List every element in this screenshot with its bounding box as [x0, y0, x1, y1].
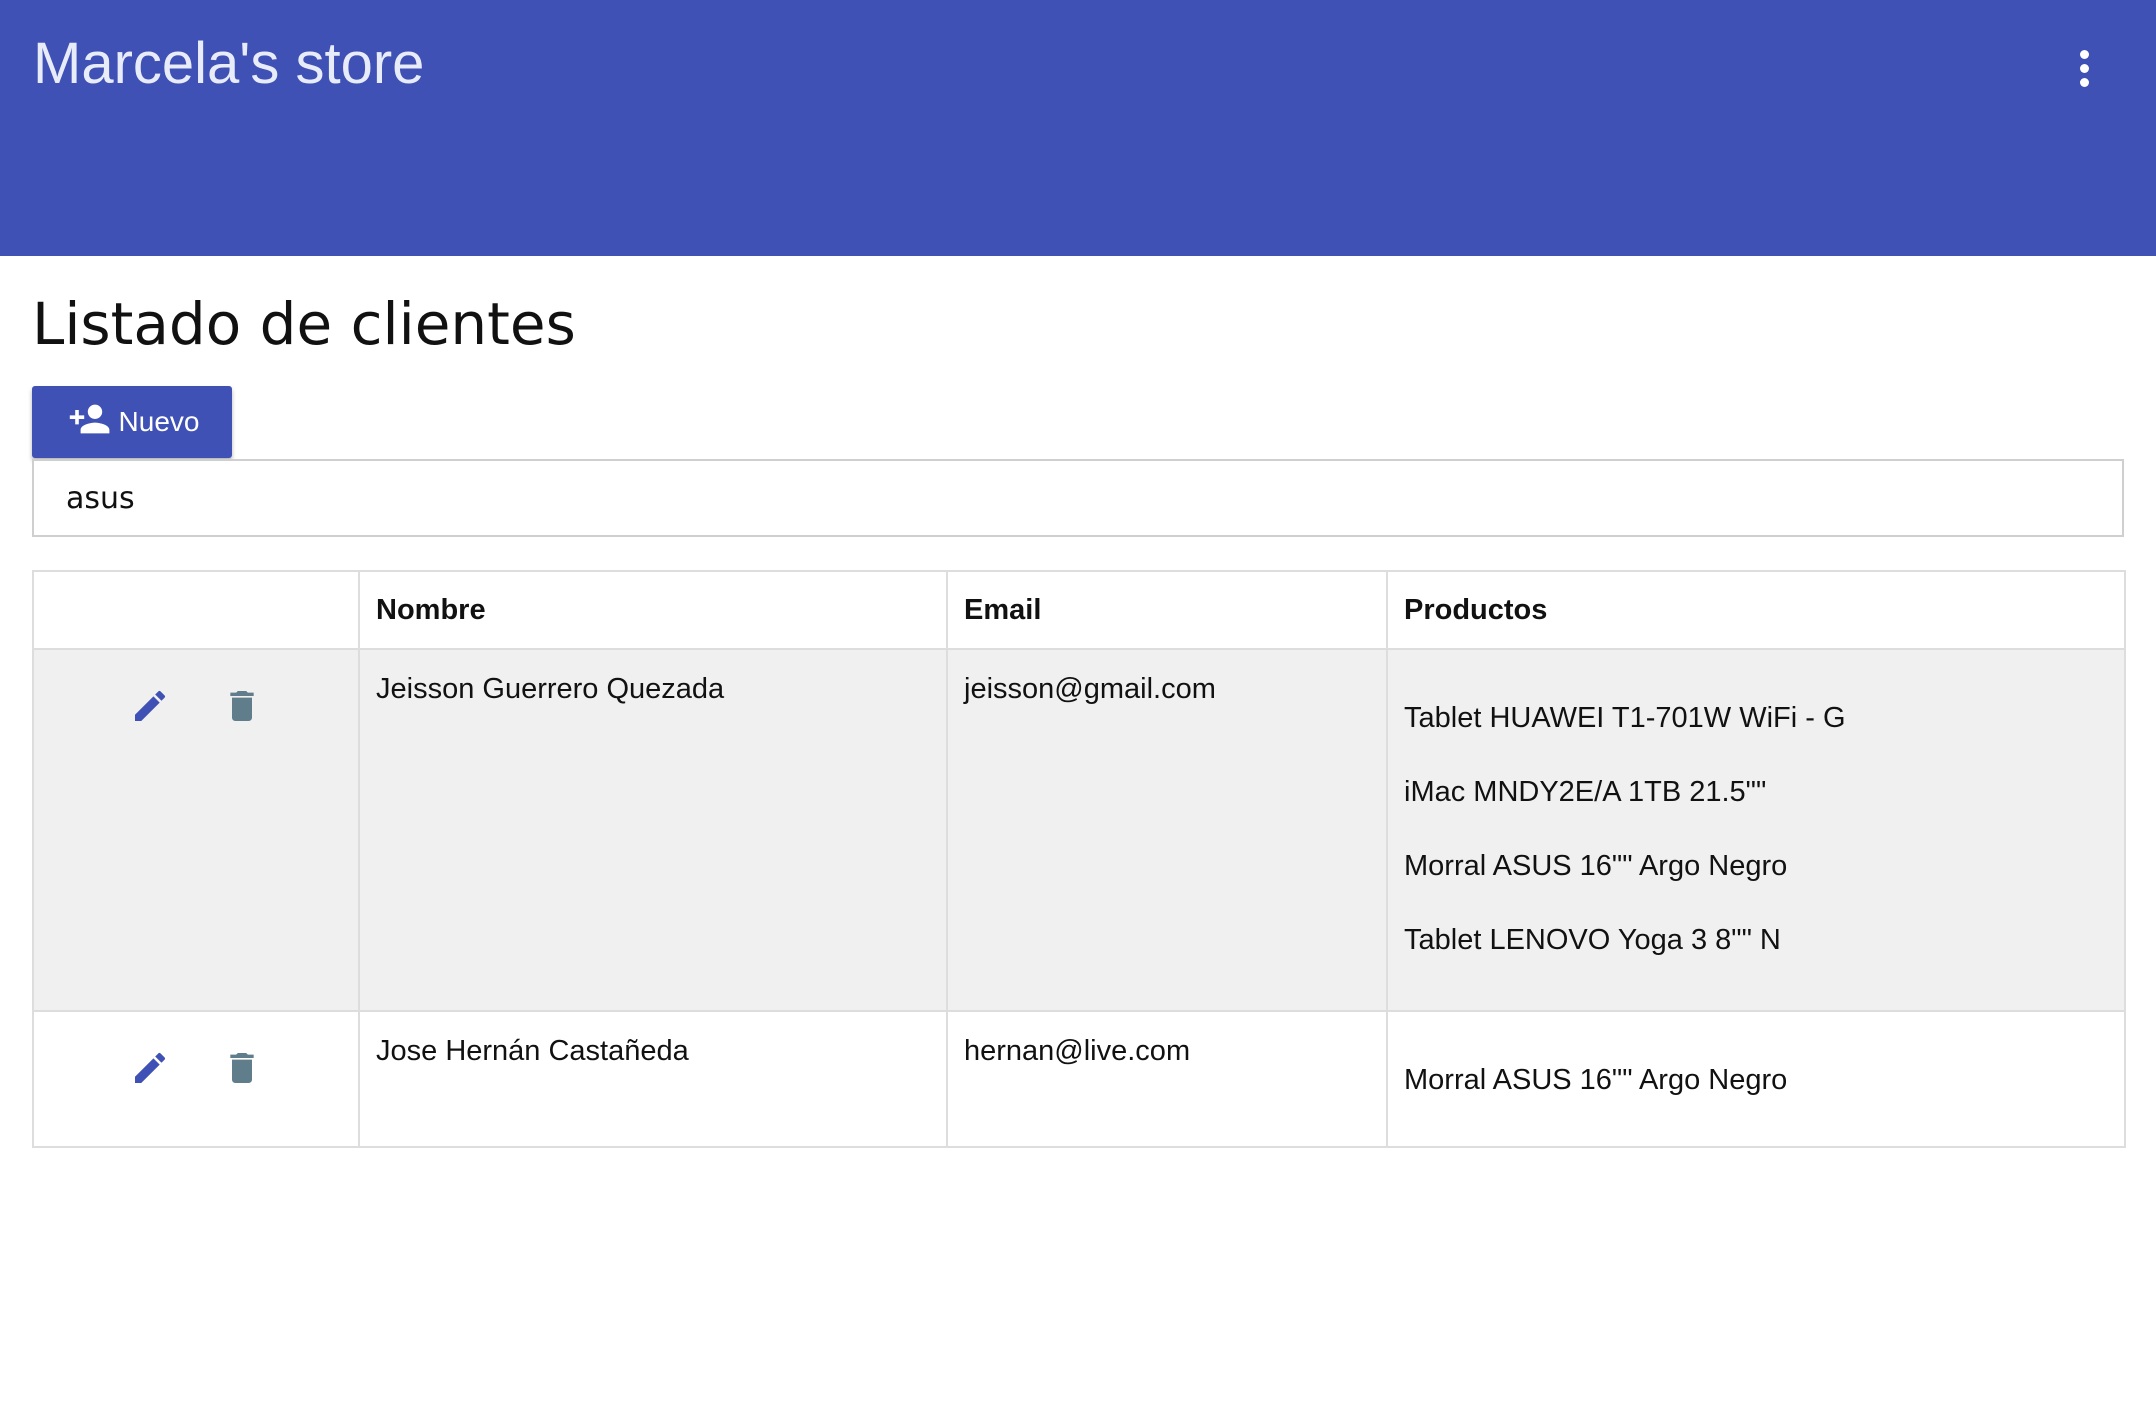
column-header-nombre: Nombre	[358, 570, 948, 650]
client-email-cell: hernan@live.com	[946, 1010, 1388, 1148]
app-title: Marcela's store	[33, 31, 425, 96]
more-vert-icon[interactable]	[2060, 44, 2108, 92]
table-row: Jeisson Guerrero Quezada jeisson@gmail.c…	[32, 648, 2126, 1012]
client-name-cell: Jeisson Guerrero Quezada	[358, 648, 948, 1012]
app-toolbar: Marcela's store	[0, 0, 2156, 256]
client-name-cell: Jose Hernán Castañeda	[358, 1010, 948, 1148]
trash-icon[interactable]	[222, 1048, 262, 1088]
column-header-actions	[32, 570, 360, 650]
new-button-label: Nuevo	[118, 406, 200, 437]
product-item: Morral ASUS 16"" Argo Negro	[1404, 1064, 1788, 1096]
clients-table: Nombre Email Productos Jeisson Guerrero …	[32, 570, 2126, 1148]
trash-icon[interactable]	[222, 686, 262, 726]
column-header-productos: Productos	[1386, 570, 2126, 650]
client-email: jeisson@gmail.com	[964, 673, 1216, 705]
product-item: Morral ASUS 16"" Argo Negro	[1404, 850, 1788, 882]
pencil-icon[interactable]	[130, 1048, 170, 1088]
products-list: Morral ASUS 16"" Argo Negro	[1404, 1062, 2108, 1098]
client-products-cell: Morral ASUS 16"" Argo Negro	[1386, 1010, 2126, 1148]
client-email-cell: jeisson@gmail.com	[946, 648, 1388, 1012]
table-header-row: Nombre Email Productos	[32, 570, 2126, 650]
client-products-cell: Tablet HUAWEI T1-701W WiFi - G iMac MNDY…	[1386, 648, 2126, 1012]
row-actions	[32, 1010, 360, 1148]
search-input[interactable]	[32, 459, 2124, 537]
new-client-button[interactable]: Nuevo	[32, 386, 232, 458]
page-title: Listado de clientes	[32, 290, 576, 358]
product-item: iMac MNDY2E/A 1TB 21.5""	[1404, 776, 1767, 808]
product-item: Tablet LENOVO Yoga 3 8"" N	[1404, 924, 1781, 956]
client-name: Jose Hernán Castañeda	[376, 1035, 689, 1067]
row-actions	[32, 648, 360, 1012]
column-header-email: Email	[946, 570, 1388, 650]
product-item: Tablet HUAWEI T1-701W WiFi - G	[1404, 702, 1846, 734]
client-name: Jeisson Guerrero Quezada	[376, 673, 725, 705]
person-add-icon	[65, 401, 113, 444]
pencil-icon[interactable]	[130, 686, 170, 726]
client-email: hernan@live.com	[964, 1035, 1191, 1067]
products-list: Tablet HUAWEI T1-701W WiFi - G iMac MNDY…	[1404, 700, 2108, 958]
table-row: Jose Hernán Castañeda hernan@live.com Mo…	[32, 1010, 2126, 1148]
